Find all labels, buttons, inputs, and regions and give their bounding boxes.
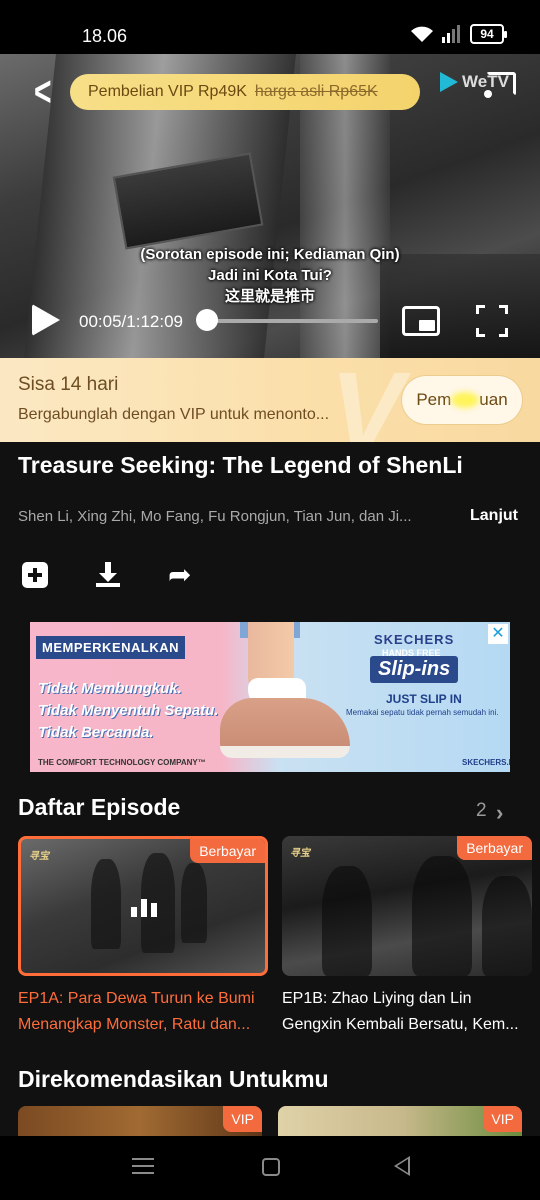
ad-headline: Tidak Membungkuk. Tidak Menyentuh Sepatu… xyxy=(38,678,219,744)
ad-close-icon[interactable]: ✕ xyxy=(488,624,508,644)
episode-caption-2[interactable]: EP1B: Zhao Liying dan Lin Gengxin Kembal… xyxy=(282,986,534,1038)
wetv-play-icon xyxy=(440,72,458,92)
ad-line-2: Tidak Menyentuh Sepatu. xyxy=(38,702,219,719)
playback-time: 00:05/1:12:09 xyxy=(79,312,183,331)
back-icon[interactable] xyxy=(394,1156,410,1176)
chevron-right-icon[interactable]: › xyxy=(496,800,503,826)
paid-badge: Berbayar xyxy=(457,836,532,860)
ad-footer: THE COMFORT TECHNOLOGY COMPANY™ xyxy=(38,758,206,767)
signal-icon xyxy=(442,25,460,43)
touch-indicator xyxy=(451,392,480,408)
recent-apps-icon[interactable] xyxy=(132,1158,154,1174)
episode-card-1[interactable]: 寻宝 Berbayar xyxy=(18,836,268,976)
cast-icon[interactable] xyxy=(484,72,516,98)
status-indicators: 94 xyxy=(410,24,507,44)
vip-purchase-button[interactable]: Pem uan xyxy=(402,376,522,424)
battery-icon: 94 xyxy=(470,24,507,44)
ad-line-1: Tidak Membungkuk. xyxy=(38,680,182,697)
episode-caption-line: Gengxin Kembali Bersatu, Kem... xyxy=(282,1016,519,1033)
show-logo-icon: 寻宝 xyxy=(290,848,310,859)
subtitle-line-1: (Sorotan episode ini; Kediaman Qin) xyxy=(140,246,400,263)
play-icon[interactable] xyxy=(32,304,60,336)
episode-thumb-figure xyxy=(322,866,372,976)
more-info-link[interactable]: Lanjut xyxy=(470,507,518,525)
add-to-list-icon[interactable] xyxy=(22,562,48,588)
ad-shoe-sole-image xyxy=(220,746,350,758)
promo-original-price: harga asli Rp65K xyxy=(254,83,378,100)
ad-url: SKECHERS.ID xyxy=(462,758,510,767)
ad-tagline: JUST SLIP IN xyxy=(386,692,462,706)
ad-brand: SKECHERS xyxy=(374,632,455,647)
vip-watermark-icon: V xyxy=(330,358,404,442)
now-playing-icon xyxy=(131,897,161,917)
episode-caption-line: EP1A: Para Dewa Turun ke Bumi xyxy=(18,990,255,1007)
episode-caption-line: EP1B: Zhao Liying dan Lin xyxy=(282,990,472,1007)
vip-button-label-end: uan xyxy=(479,390,508,409)
subtitle-line-2: Jadi ini Kota Tui? xyxy=(208,267,332,284)
cast-list: Shen Li, Xing Zhi, Mo Fang, Fu Rongjun, … xyxy=(18,508,412,525)
ad-product: Slip-ins xyxy=(370,656,459,683)
episode-thumb-figure xyxy=(181,863,207,943)
episode-page-count[interactable]: 2 xyxy=(476,800,487,822)
status-bar: 18.06 94 xyxy=(0,0,540,54)
episode-thumb-figure xyxy=(482,876,532,976)
ad-subline: Memakai sepatu tidak pernah semudah ini. xyxy=(346,708,499,717)
fullscreen-icon[interactable] xyxy=(476,305,508,337)
action-bar: ➦ xyxy=(22,561,194,589)
show-title: Treasure Seeking: The Legend of ShenLi xyxy=(18,452,463,478)
episode-caption-line: Menangkap Monster, Ratu dan... xyxy=(18,1016,251,1033)
vip-description: Bergabunglah dengan VIP untuk menonto... xyxy=(18,406,330,423)
download-icon[interactable] xyxy=(95,562,121,588)
ad-banner[interactable]: MEMPERKENALKAN Tidak Membungkuk. Tidak M… xyxy=(30,622,510,772)
ad-badge: MEMPERKENALKAN xyxy=(36,636,185,659)
episode-caption-1[interactable]: EP1A: Para Dewa Turun ke Bumi Menangkap … xyxy=(18,986,270,1038)
picture-in-picture-icon[interactable] xyxy=(402,306,440,336)
subtitles: (Sorotan episode ini; Kediaman Qin) Jadi… xyxy=(0,244,540,307)
progress-bar[interactable] xyxy=(208,319,378,323)
recommended-title: Direkomendasikan Untukmu xyxy=(18,1066,329,1092)
vip-button-label-start: Pem xyxy=(416,390,452,409)
promo-price: Pembelian VIP Rp49K xyxy=(88,83,247,100)
subtitle-line-3: 这里就是推市 xyxy=(224,288,315,305)
ad-line-3: Tidak Bercanda. xyxy=(38,724,154,741)
recommended-card-2[interactable]: VIP xyxy=(278,1106,522,1136)
wifi-icon xyxy=(411,26,433,42)
episode-list-title: Daftar Episode xyxy=(18,794,181,820)
vip-badge: VIP xyxy=(223,1106,262,1132)
back-chevron-icon[interactable]: < xyxy=(34,69,52,117)
home-icon[interactable] xyxy=(262,1158,280,1176)
vip-days-left: Sisa 14 hari xyxy=(18,374,119,395)
vip-promo-pill[interactable]: Pembelian VIP Rp49K harga asli Rp65K xyxy=(70,74,420,110)
recommended-card-1[interactable]: VIP xyxy=(18,1106,262,1136)
vip-badge: VIP xyxy=(483,1106,522,1132)
progress-knob[interactable] xyxy=(196,309,218,331)
episode-card-2[interactable]: 寻宝 Berbayar xyxy=(282,836,532,976)
share-icon[interactable]: ➦ xyxy=(168,561,194,589)
episode-thumb-figure xyxy=(412,856,472,976)
episode-thumb-figure xyxy=(91,859,121,949)
status-time: 18.06 xyxy=(82,26,128,46)
paid-badge: Berbayar xyxy=(190,839,265,863)
show-logo-icon: 寻宝 xyxy=(29,851,49,862)
